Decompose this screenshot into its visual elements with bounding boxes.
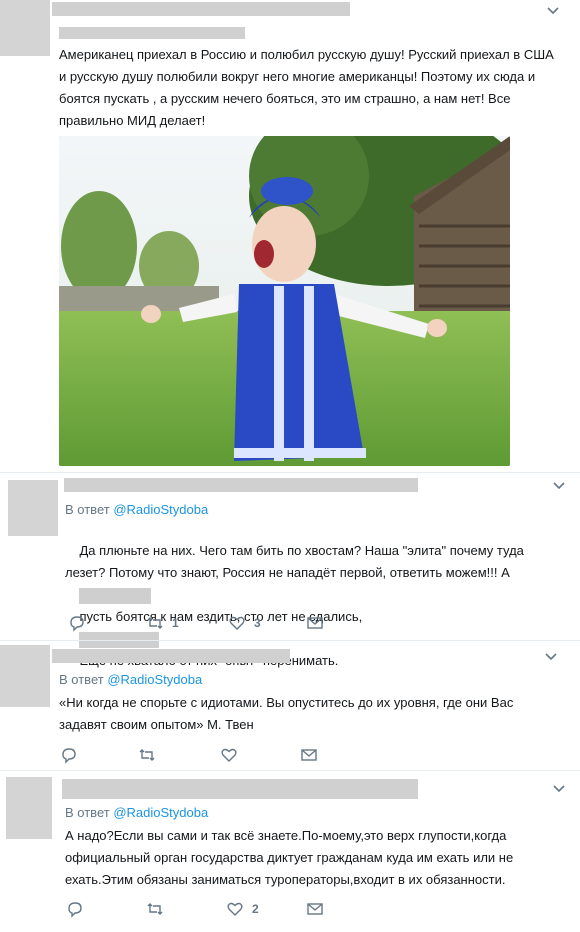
mail-icon (307, 617, 323, 629)
like-button[interactable]: 3 (228, 614, 261, 632)
retweet-button[interactable] (146, 900, 164, 918)
reply-icon (68, 902, 82, 918)
retweet-button[interactable] (138, 746, 156, 764)
like-button[interactable] (220, 746, 238, 764)
reply-button[interactable] (60, 746, 78, 764)
tweet-text: Американец приехал в Россию и полюбил ру… (59, 47, 558, 128)
action-bar (60, 746, 330, 766)
tweet-3: В ответ @RadioStydoba «Ни когда не спорь… (0, 641, 580, 769)
retweet-icon (147, 903, 163, 915)
avatar[interactable] (6, 777, 52, 839)
retweet-icon (139, 749, 155, 761)
heart-icon (227, 902, 243, 916)
action-bar: 1 3 (68, 614, 348, 634)
reply-button[interactable] (68, 614, 86, 632)
tweet-photo[interactable] (59, 136, 510, 466)
author-handle-redacted (59, 27, 245, 39)
heart-icon (221, 748, 237, 762)
reply-button[interactable] (66, 900, 84, 918)
like-count: 2 (252, 902, 259, 916)
reply-context: В ответ @RadioStydoba (65, 805, 208, 820)
avatar[interactable] (0, 0, 50, 56)
retweet-icon (147, 617, 163, 629)
avatar[interactable] (8, 480, 58, 536)
reply-prefix: В ответ (65, 502, 110, 517)
retweet-button[interactable]: 1 (146, 614, 179, 632)
reply-handle-link[interactable]: @RadioStydoba (107, 672, 202, 687)
like-count: 3 (254, 616, 261, 630)
chevron-down-icon[interactable] (544, 650, 558, 664)
reply-handle-link[interactable]: @RadioStydoba (113, 502, 208, 517)
author-name-redacted[interactable] (52, 2, 350, 16)
tweet-text: А надо?Если вы сами и так всё знаете.По-… (65, 828, 517, 887)
heart-icon (229, 616, 245, 630)
tweet-text-part-1: Да плюньте на них. Чего там бить по хвос… (65, 543, 528, 580)
author-name-redacted[interactable] (62, 779, 418, 799)
reply-context: В ответ @RadioStydoba (65, 502, 208, 517)
chevron-down-icon[interactable] (552, 782, 566, 796)
like-button[interactable]: 2 (226, 900, 259, 918)
reply-prefix: В ответ (59, 672, 104, 687)
reply-icon (62, 748, 76, 764)
photo-girl-in-sarafan (59, 136, 510, 466)
direct-message-button[interactable] (300, 746, 318, 764)
direct-message-button[interactable] (306, 614, 324, 632)
retweet-count: 1 (172, 616, 179, 630)
chevron-down-icon[interactable] (546, 4, 560, 18)
redacted-word (79, 587, 152, 604)
divider (0, 472, 580, 473)
reply-handle-link[interactable]: @RadioStydoba (113, 805, 208, 820)
reply-context: В ответ @RadioStydoba (59, 672, 202, 687)
action-bar: 2 (66, 900, 336, 920)
direct-message-button[interactable] (306, 900, 324, 918)
tweet-2: В ответ @RadioStydoba Да плюньте на них.… (0, 474, 580, 668)
avatar[interactable] (0, 645, 50, 707)
tweet-1: Американец приехал в Россию и полюбил ру… (0, 0, 580, 470)
tweet-text: «Ни когда не спорьте с идиотами. Вы опус… (59, 695, 517, 732)
mail-icon (301, 749, 317, 761)
author-name-redacted[interactable] (64, 478, 418, 492)
reply-icon (70, 616, 84, 632)
mail-icon (307, 903, 323, 915)
author-name-redacted[interactable] (52, 649, 290, 663)
tweet-4: В ответ @RadioStydoba А надо?Если вы сам… (0, 771, 580, 932)
chevron-down-icon[interactable] (552, 479, 566, 493)
reply-prefix: В ответ (65, 805, 110, 820)
